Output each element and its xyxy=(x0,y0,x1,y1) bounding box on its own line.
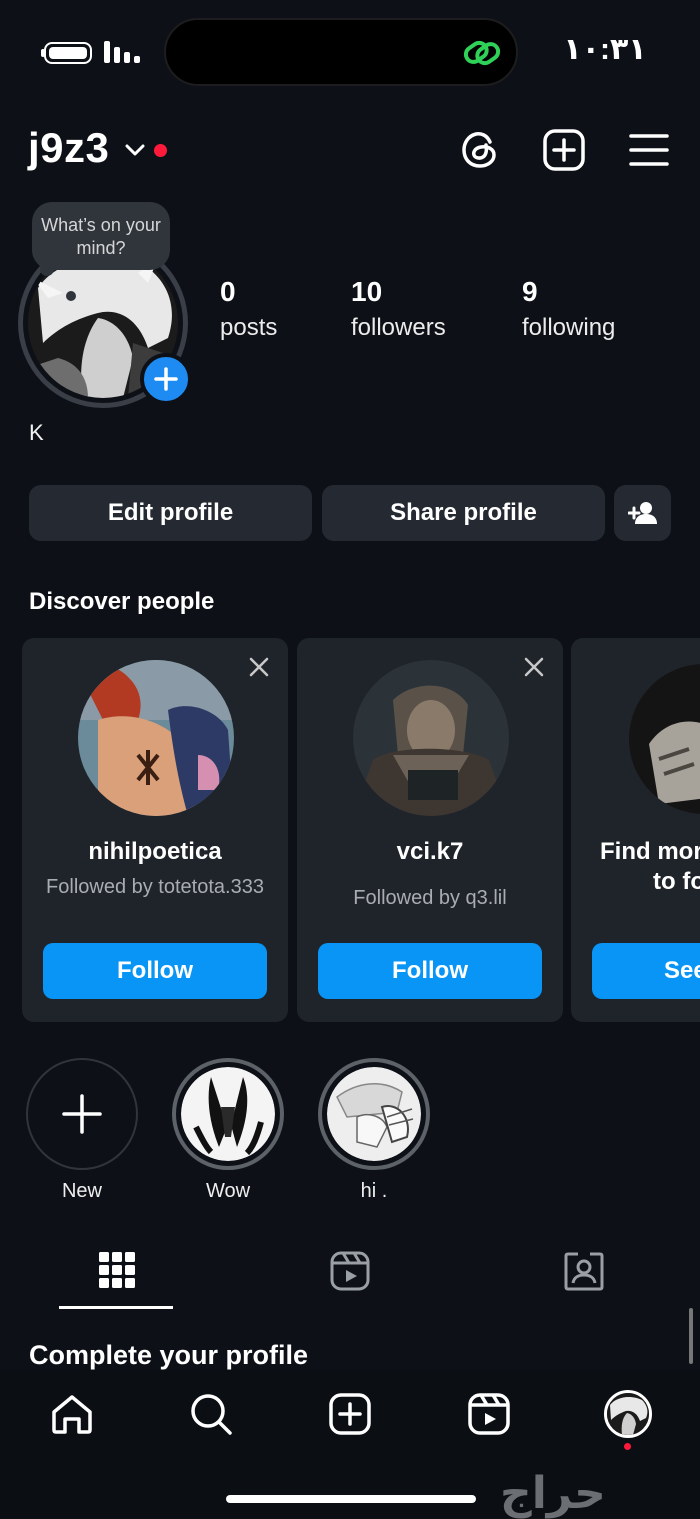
notification-dot xyxy=(154,144,167,157)
status-time: ١٠:٣١ xyxy=(563,33,647,66)
suggestion-card[interactable]: nihilpoetica Followed by totetota.333 Fo… xyxy=(22,638,288,1022)
grid-icon[interactable] xyxy=(99,1252,135,1288)
find-more-title: Find mor xyxy=(600,838,700,865)
discover-people-button[interactable] xyxy=(614,485,671,541)
following-label: following xyxy=(522,314,616,341)
profile-tab-avatar[interactable] xyxy=(604,1390,652,1438)
threads-icon[interactable] xyxy=(458,128,502,172)
note-bubble-dot xyxy=(66,291,76,301)
add-story-badge[interactable] xyxy=(140,353,192,405)
suggestion-username[interactable]: nihilpoetica xyxy=(22,838,288,866)
avatar-image xyxy=(607,1393,649,1435)
highlight-image xyxy=(181,1067,275,1161)
find-more-image xyxy=(629,664,700,814)
highlight-label: hi . xyxy=(360,1180,388,1202)
posts-count: 0 xyxy=(220,276,236,307)
dismiss-icon[interactable] xyxy=(523,656,545,678)
new-highlight-button[interactable] xyxy=(26,1058,138,1170)
search-icon[interactable] xyxy=(189,1392,233,1436)
scrollbar[interactable] xyxy=(689,1308,693,1364)
suggestion-card[interactable]: vci.k7 Followed by q3.lil Follow xyxy=(297,638,563,1022)
signal-icon xyxy=(104,41,140,63)
discover-people-title: Discover people xyxy=(29,588,215,615)
avatar-image xyxy=(78,660,234,816)
link-icon xyxy=(463,40,501,66)
edit-profile-button[interactable]: Edit profile xyxy=(29,485,312,541)
followers-stat[interactable]: 10 followers xyxy=(351,276,446,342)
account-username[interactable]: j9z3 xyxy=(28,124,109,172)
home-indicator[interactable] xyxy=(226,1495,476,1503)
profile-bio: K xyxy=(29,420,44,445)
note-bubble[interactable]: What’s on your mind? xyxy=(32,202,170,270)
notification-dot xyxy=(624,1443,631,1450)
following-count: 9 xyxy=(522,276,538,307)
avatar-image xyxy=(629,664,700,814)
highlight-label: Wow xyxy=(205,1180,251,1202)
suggestion-avatar[interactable] xyxy=(78,660,234,816)
avatar-image xyxy=(353,660,509,816)
dismiss-icon[interactable] xyxy=(248,656,270,678)
followers-count: 10 xyxy=(351,276,383,307)
follow-button[interactable]: Follow xyxy=(318,943,542,999)
highlight-wow[interactable] xyxy=(172,1058,284,1170)
chevron-down-icon[interactable] xyxy=(124,142,146,158)
complete-profile-title: Complete your profile xyxy=(29,1340,309,1370)
suggestion-subtitle: Followed by totetota.333 xyxy=(46,876,264,898)
plus-icon xyxy=(154,367,178,391)
highlight-label: New xyxy=(61,1180,102,1202)
highlight-hi[interactable] xyxy=(318,1058,430,1170)
see-all-button[interactable]: See xyxy=(592,943,700,999)
create-icon[interactable] xyxy=(328,1392,372,1436)
tagged-icon[interactable] xyxy=(564,1251,604,1291)
highlight-image xyxy=(327,1067,421,1161)
reels-icon[interactable] xyxy=(467,1392,511,1436)
home-icon[interactable] xyxy=(50,1392,94,1436)
watermark: حراج xyxy=(500,1468,606,1519)
menu-icon[interactable] xyxy=(628,131,670,169)
follow-button[interactable]: Follow xyxy=(43,943,267,999)
suggestion-avatar[interactable] xyxy=(353,660,509,816)
posts-stat[interactable]: 0 posts xyxy=(220,276,277,342)
dynamic-island xyxy=(164,18,518,86)
suggestion-subtitle: Followed by q3.lil xyxy=(353,887,507,909)
active-tab-indicator xyxy=(59,1306,173,1309)
create-icon[interactable] xyxy=(542,128,586,172)
share-profile-button[interactable]: Share profile xyxy=(322,485,605,541)
add-person-icon xyxy=(627,502,657,524)
reels-icon[interactable] xyxy=(330,1251,370,1291)
posts-label: posts xyxy=(220,314,278,341)
suggestion-username[interactable]: vci.k7 xyxy=(297,838,563,866)
find-more-subtitle: to fo xyxy=(653,868,700,895)
followers-label: followers xyxy=(351,314,446,341)
find-more-card[interactable]: Find mor to fo See xyxy=(571,638,700,1022)
plus-icon xyxy=(62,1094,102,1134)
following-stat[interactable]: 9 following xyxy=(522,276,615,342)
battery-icon xyxy=(44,42,92,64)
